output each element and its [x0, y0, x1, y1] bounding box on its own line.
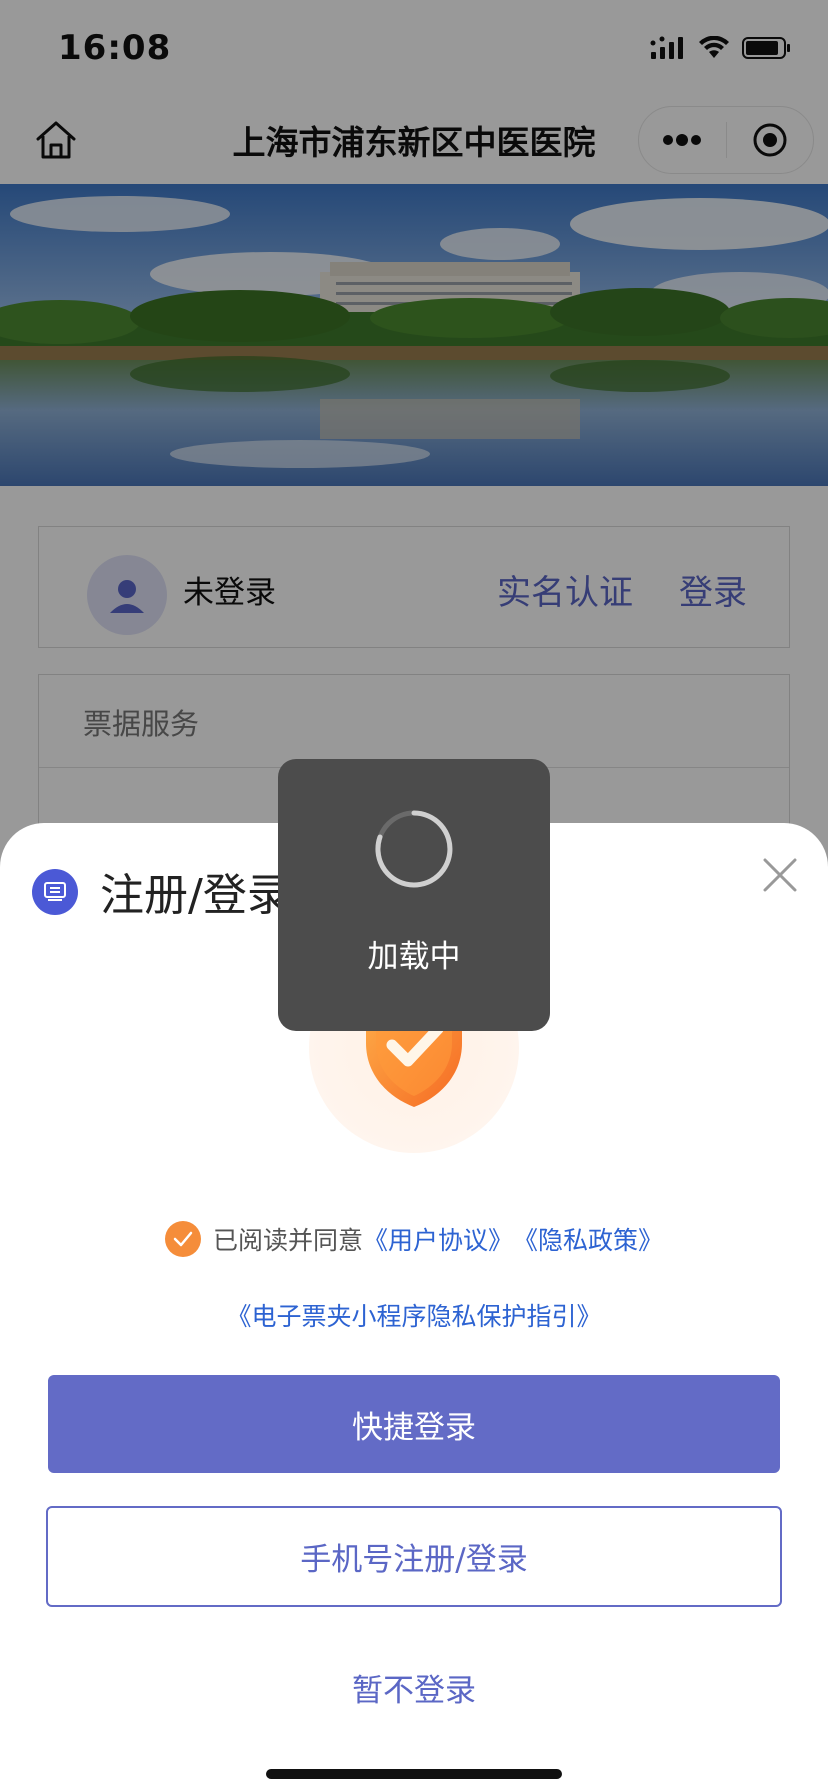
privacy-guide-link[interactable]: 《电子票夹小程序隐私保护指引》 [226, 1302, 601, 1331]
loading-text: 加载中 [367, 939, 461, 975]
agree-text: 已阅读并同意 [212, 1226, 363, 1255]
privacy-policy-link[interactable]: 《隐私政策》 [513, 1221, 663, 1257]
e-ticket-logo-icon [32, 869, 78, 915]
close-icon [763, 858, 797, 892]
phone-login-button[interactable]: 手机号注册/登录 [46, 1506, 782, 1607]
sheet-title: 注册/登录 [100, 870, 291, 921]
privacy-guide-row: 《电子票夹小程序隐私保护指引》 [0, 1297, 828, 1333]
quick-login-button[interactable]: 快捷登录 [48, 1375, 780, 1473]
agree-checkbox[interactable] [164, 1221, 201, 1257]
checkmark-icon [173, 1231, 193, 1247]
skip-login-link[interactable]: 暂不登录 [0, 1665, 828, 1710]
loading-spinner-icon [375, 810, 453, 888]
loading-toast: 加载中 [278, 759, 550, 1031]
close-button[interactable] [756, 851, 804, 899]
home-indicator [266, 1769, 562, 1779]
agreement-row: 已阅读并同意 《用户协议》 《隐私政策》 [0, 1221, 828, 1257]
user-agreement-link[interactable]: 《用户协议》 [363, 1221, 513, 1257]
